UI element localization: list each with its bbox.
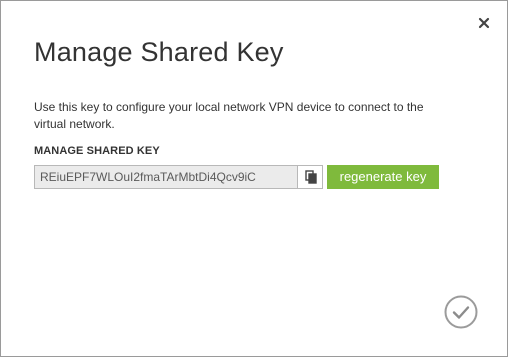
- checkmark-circle-icon: [444, 295, 478, 329]
- shared-key-section-label: MANAGE SHARED KEY: [34, 145, 160, 157]
- ok-button[interactable]: [444, 295, 478, 329]
- dialog-description: Use this key to configure your local net…: [34, 100, 424, 131]
- close-button[interactable]: [475, 14, 493, 32]
- dialog-title: Manage Shared Key: [34, 37, 284, 67]
- close-icon: [478, 17, 490, 29]
- copy-icon: [305, 170, 317, 184]
- manage-shared-key-dialog: Manage Shared Key Use this key to config…: [0, 0, 508, 357]
- regenerate-key-button[interactable]: regenerate key: [327, 165, 439, 189]
- copy-to-clipboard-button[interactable]: [297, 165, 323, 189]
- shared-key-field[interactable]: [34, 165, 298, 189]
